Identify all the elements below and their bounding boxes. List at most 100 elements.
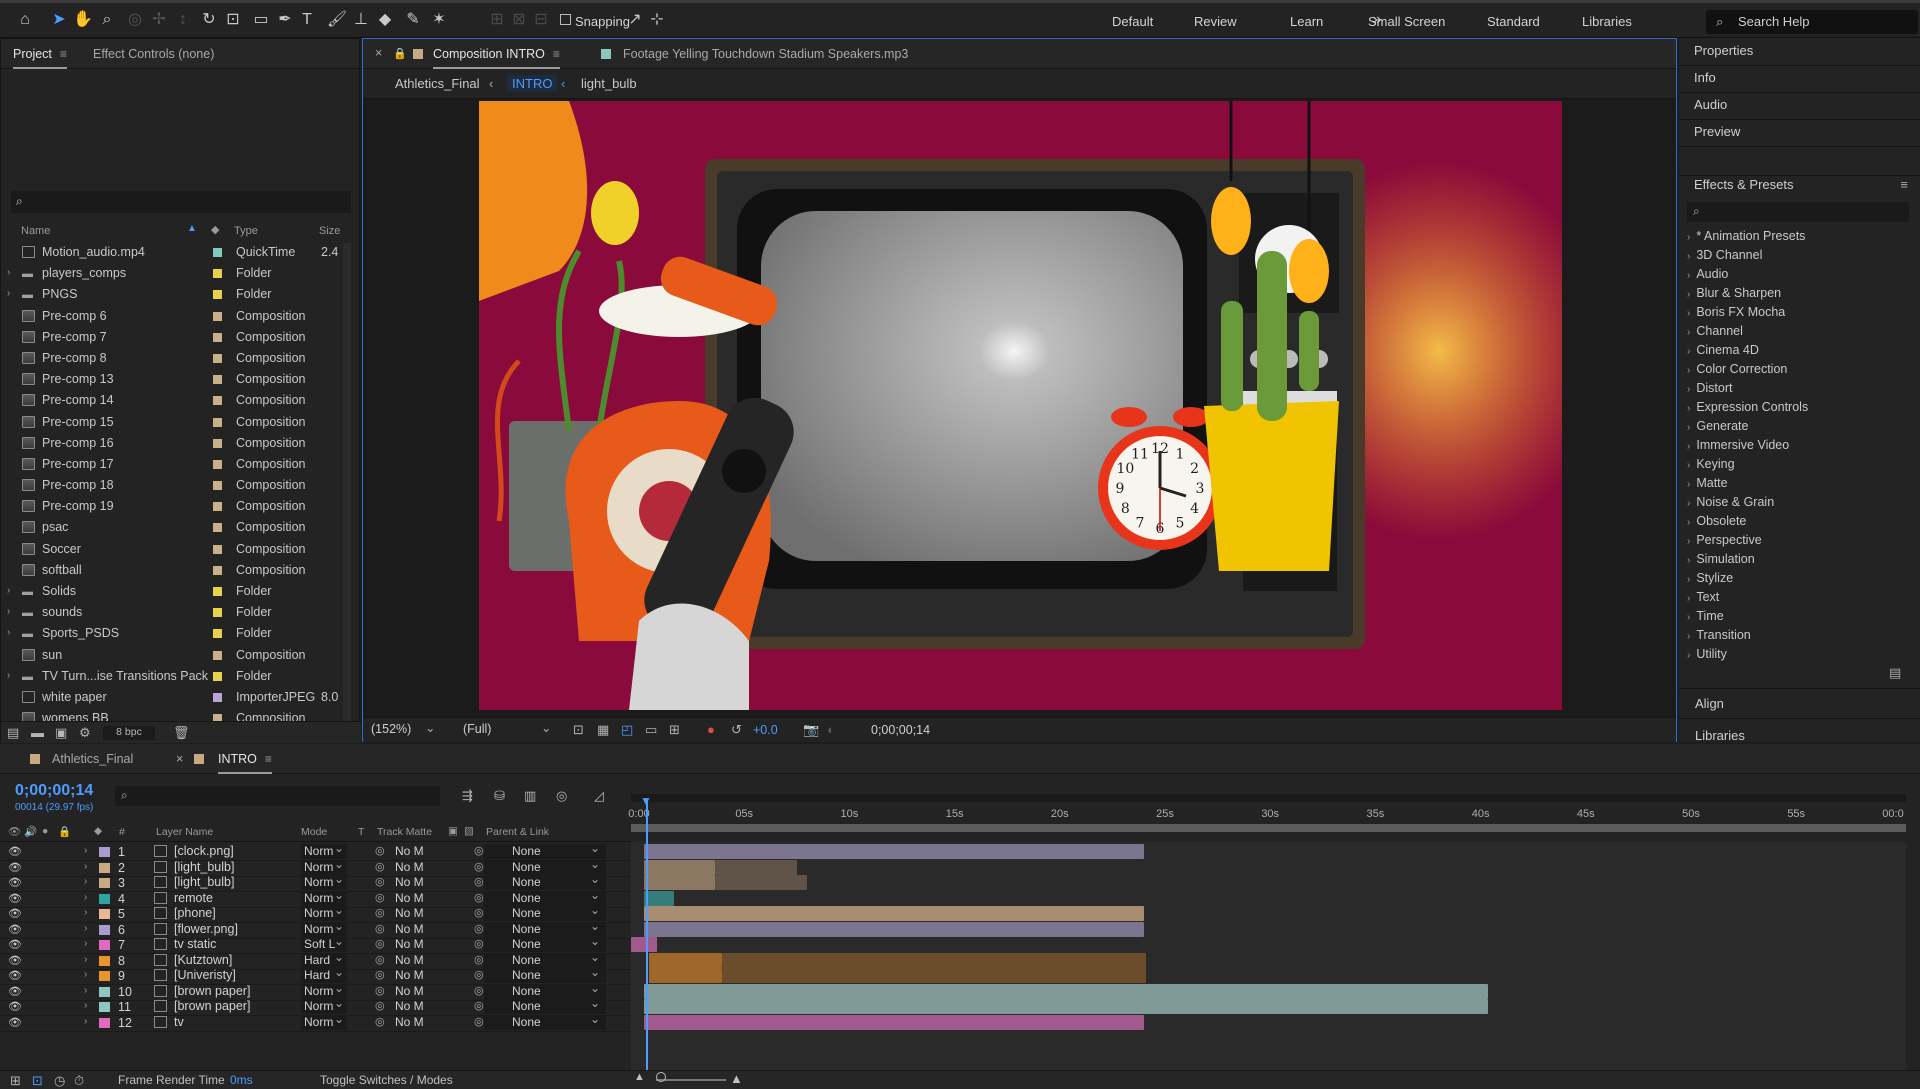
label-swatch[interactable] [213,269,222,279]
layer-bar[interactable] [643,921,1144,937]
effect-category[interactable]: › 3D Channel [1687,248,1762,262]
layer-name[interactable]: [clock.png] [174,844,234,858]
fast-preview-icon[interactable]: ⊡ [573,722,584,738]
project-scrollbar[interactable] [343,243,351,743]
frame-blending-icon[interactable]: ◎ [556,788,567,804]
effects-presets-title[interactable]: Effects & Presets [1694,177,1793,192]
eye-icon[interactable]: 👁 [8,845,22,858]
tab-footage[interactable]: Footage Yelling Touchdown Stadium Speake… [623,47,908,61]
zoom-slider-handle[interactable] [656,1072,666,1082]
chevron-right-icon[interactable]: › [84,876,87,887]
layer-label-swatch[interactable] [99,971,110,981]
project-item[interactable]: psac Composition [1,517,341,538]
world-axis-icon[interactable]: ⊠ [508,9,530,31]
effect-category[interactable]: › Noise & Grain [1687,495,1774,509]
layer-name[interactable]: [brown paper] [174,999,250,1013]
tab-intro[interactable]: INTRO ≡ [218,752,272,774]
layer-name[interactable]: [Univeristy] [174,968,236,982]
project-item[interactable]: Pre-comp 15 Composition [1,412,341,433]
column-type[interactable]: Type [234,225,258,237]
label-swatch[interactable] [213,438,222,448]
layer-name[interactable]: [brown paper] [174,984,250,998]
puppet-tool-icon[interactable]: ✶ [428,9,450,31]
chevron-right-icon[interactable]: › [84,969,87,980]
label-swatch[interactable] [213,481,222,491]
layer-bar-extension[interactable] [715,859,797,875]
eye-icon[interactable]: 👁 [8,861,22,874]
workspace-default[interactable]: Default [1112,14,1153,29]
layer-bar[interactable] [643,890,675,906]
grid-guides-icon[interactable]: ⊞ [669,722,680,738]
reset-exposure-icon[interactable]: ↺ [731,722,742,738]
layer-bar-extension[interactable] [721,968,1147,983]
chevron-right-icon[interactable]: › [7,267,10,278]
layer-name[interactable]: tv static [174,937,216,951]
project-item[interactable]: › ▬ PNGS Folder [1,284,341,305]
zoom-in-icon[interactable]: ▲ [730,1071,743,1086]
layer-name[interactable]: [flower.png] [174,922,238,936]
tab-composition-intro[interactable]: Composition INTRO ≡ [433,47,560,69]
layer-label-swatch[interactable] [99,862,110,873]
layer-row[interactable]: 👁 › 12 tv Norm No M None [0,1012,630,1032]
effect-category[interactable]: › Immersive Video [1687,438,1789,452]
panel-menu-icon[interactable]: ≡ [553,47,560,61]
eye-icon[interactable]: 👁 [8,907,22,920]
label-swatch[interactable] [213,459,222,469]
breadcrumb-athletics-final[interactable]: Athletics_Final [395,76,480,91]
roto-brush-tool-icon[interactable]: ✎ [402,9,424,31]
sort-ascending-icon[interactable]: ▲ [187,223,197,234]
label-swatch[interactable] [213,544,222,554]
tab-athletics-final[interactable]: Athletics_Final [52,752,133,766]
breadcrumb-light-bulb[interactable]: light_bulb [581,76,637,91]
work-area-bar[interactable] [631,794,1906,802]
column-layer-name[interactable]: Layer Name [156,826,213,838]
eye-icon[interactable]: 👁 [8,876,22,889]
effect-category[interactable]: › Transition [1687,628,1751,642]
panel-info[interactable]: Info [1694,70,1716,85]
workspace-standard[interactable]: Standard [1487,14,1540,29]
layer-name[interactable]: tv [174,1015,184,1029]
workspace-libraries[interactable]: Libraries [1582,14,1632,29]
layer-label-swatch[interactable] [99,924,110,935]
eye-icon[interactable]: 👁 [8,1016,22,1029]
rectangle-tool-icon[interactable]: ▭ [250,9,272,31]
panel-align[interactable]: Align [1695,696,1724,711]
clone-stamp-tool-icon[interactable]: ⊥ [350,9,372,31]
snapping-checkbox[interactable] [560,14,571,25]
workspace-learn[interactable]: Learn [1290,14,1323,29]
label-column-icon[interactable]: ◆ [211,223,219,236]
layer-bar[interactable] [643,844,1144,859]
panel-menu-icon[interactable]: ≡ [1900,177,1908,192]
interpret-footage-icon[interactable]: ▤ [7,725,19,741]
effect-category[interactable]: › * Animation Presets [1687,229,1805,243]
timeline-current-time[interactable]: 0;00;00;14 [15,782,93,800]
effect-category[interactable]: › Distort [1687,381,1732,395]
label-swatch[interactable] [213,417,222,427]
effect-category[interactable]: › Text [1687,590,1719,604]
mask-visibility-icon[interactable]: ◰ [621,722,633,738]
effect-category[interactable]: › Stylize [1687,571,1733,585]
effect-category[interactable]: › Utility [1687,647,1727,661]
chevron-right-icon[interactable]: › [7,670,10,681]
project-item[interactable]: Pre-comp 19 Composition [1,496,341,517]
layer-name[interactable]: remote [174,891,213,905]
panel-menu-icon[interactable]: ≡ [265,752,272,766]
label-swatch[interactable] [213,248,222,257]
work-area-range[interactable] [631,824,1906,832]
layer-bar[interactable] [648,952,722,968]
tab-effect-controls[interactable]: Effect Controls (none) [93,47,214,61]
orbit-tool-icon[interactable]: ◎ [124,9,146,31]
resolution-dropdown[interactable]: (Full) [463,722,491,736]
tab-project[interactable]: Project ≡ [13,47,67,69]
project-item[interactable]: Pre-comp 7 Composition [1,327,341,348]
panel-properties[interactable]: Properties [1694,43,1753,58]
chevron-right-icon[interactable]: › [7,288,10,299]
chevron-right-icon[interactable]: › [84,892,87,903]
parent-dropdown[interactable]: None [474,1012,606,1030]
project-item[interactable]: Pre-comp 13 Composition [1,369,341,390]
effect-category[interactable]: › Audio [1687,267,1728,281]
layer-label-swatch[interactable] [99,893,110,904]
panel-libraries[interactable]: Libraries [1695,728,1745,743]
transfer-controls-icon[interactable]: ⊡ [32,1073,43,1089]
trash-icon[interactable]: 🗑 [173,725,190,741]
